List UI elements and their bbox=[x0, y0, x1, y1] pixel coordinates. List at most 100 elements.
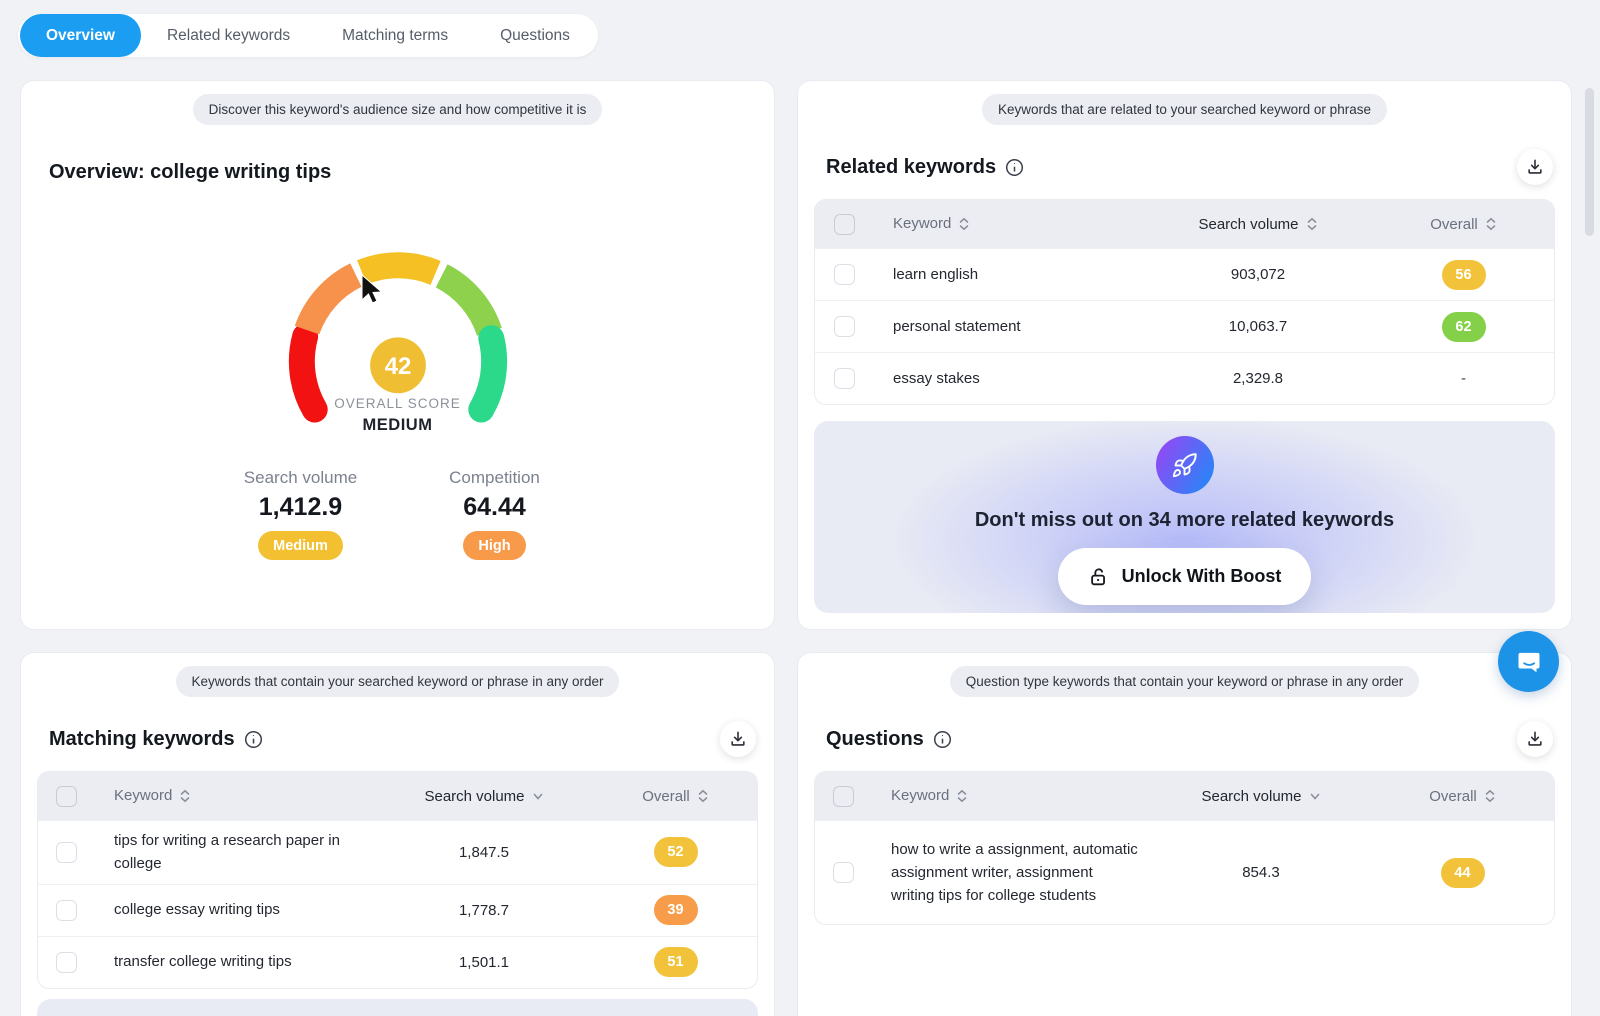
score-caption: OVERALL SCORE bbox=[273, 396, 523, 411]
view-tabbar: Overview Related keywords Matching terms… bbox=[18, 14, 598, 57]
table-row[interactable]: transfer college writing tips 1,501.1 51 bbox=[38, 936, 757, 988]
competition-stat: Competition 64.44 High bbox=[430, 468, 560, 560]
sort-icon bbox=[1306, 217, 1318, 231]
column-overall[interactable]: Overall bbox=[594, 788, 757, 805]
row-checkbox[interactable] bbox=[56, 842, 77, 863]
chevron-down-icon bbox=[532, 792, 544, 801]
row-checkbox[interactable] bbox=[56, 900, 77, 921]
gauge-segment-amber bbox=[361, 265, 435, 273]
tab-matching-terms[interactable]: Matching terms bbox=[316, 14, 474, 57]
overview-banner: Discover this keyword's audience size an… bbox=[193, 94, 603, 125]
search-volume-value: 1,412.9 bbox=[236, 493, 366, 522]
tab-questions[interactable]: Questions bbox=[474, 14, 596, 57]
search-volume-cell: 854.3 bbox=[1151, 864, 1371, 881]
gauge-segment-lightgreen bbox=[441, 276, 489, 332]
select-all-checkbox[interactable] bbox=[833, 786, 854, 807]
column-search-volume[interactable]: Search volume bbox=[374, 788, 594, 805]
overview-title: Overview: college writing tips bbox=[49, 161, 774, 184]
sort-icon bbox=[1485, 217, 1497, 231]
chat-launcher-button[interactable] bbox=[1498, 631, 1559, 692]
overall-score-gauge: 42 OVERALL SCORE MEDIUM bbox=[273, 248, 523, 444]
competition-badge: High bbox=[463, 531, 525, 560]
search-volume-cell: 903,072 bbox=[1143, 266, 1373, 283]
search-volume-cell: 1,501.1 bbox=[374, 954, 594, 971]
table-row[interactable]: learn english 903,072 56 bbox=[815, 248, 1554, 300]
questions-title: Questions bbox=[826, 728, 924, 751]
overall-score-badge: 44 bbox=[1441, 858, 1485, 888]
search-volume-cell: 1,847.5 bbox=[374, 844, 594, 861]
download-icon bbox=[1525, 157, 1545, 177]
search-volume-cell: 10,063.7 bbox=[1143, 318, 1373, 335]
row-checkbox[interactable] bbox=[834, 368, 855, 389]
keyword-cell: transfer college writing tips bbox=[94, 942, 374, 981]
keyword-cell: college essay writing tips bbox=[94, 890, 374, 929]
vertical-scrollbar-thumb[interactable] bbox=[1585, 88, 1594, 236]
matching-keywords-table: Keyword Search volume Overall tips for w… bbox=[37, 771, 758, 989]
questions-panel: Question type keywords that contain your… bbox=[797, 652, 1572, 1016]
table-row[interactable]: college essay writing tips 1,778.7 39 bbox=[38, 884, 757, 936]
score-value: 42 bbox=[384, 353, 411, 380]
info-icon[interactable] bbox=[933, 730, 952, 749]
column-keyword[interactable]: Keyword bbox=[871, 784, 1151, 807]
keyword-cell: tips for writing a research paper in col… bbox=[94, 821, 374, 884]
table-row[interactable]: essay stakes 2,329.8 - bbox=[815, 352, 1554, 404]
download-button[interactable] bbox=[1517, 721, 1553, 757]
sort-icon bbox=[697, 789, 709, 803]
keyword-cell: learn english bbox=[873, 255, 1143, 294]
related-keywords-panel: Keywords that are related to your search… bbox=[797, 80, 1572, 630]
column-search-volume[interactable]: Search volume bbox=[1151, 788, 1371, 805]
row-checkbox[interactable] bbox=[834, 316, 855, 337]
related-banner: Keywords that are related to your search… bbox=[982, 94, 1387, 125]
unlock-with-boost-button[interactable]: Unlock With Boost bbox=[1058, 548, 1312, 605]
questions-banner: Question type keywords that contain your… bbox=[950, 666, 1419, 697]
info-icon[interactable] bbox=[244, 730, 263, 749]
dashboard-grid: Discover this keyword's audience size an… bbox=[20, 80, 1572, 1016]
table-row[interactable]: personal statement 10,063.7 62 bbox=[815, 300, 1554, 352]
matching-title: Matching keywords bbox=[49, 728, 235, 751]
column-overall[interactable]: Overall bbox=[1371, 788, 1554, 805]
competition-label: Competition bbox=[430, 468, 560, 488]
related-title: Related keywords bbox=[826, 156, 996, 179]
table-row[interactable]: tips for writing a research paper in col… bbox=[38, 820, 757, 884]
download-button[interactable] bbox=[720, 721, 756, 757]
table-header-row: Keyword Search volume Overall bbox=[815, 200, 1554, 248]
overall-score-badge: 39 bbox=[654, 895, 698, 925]
keyword-cell: essay stakes bbox=[873, 359, 1143, 398]
boost-cta: Don't miss out on 34 more related keywor… bbox=[814, 421, 1555, 613]
tab-related-keywords[interactable]: Related keywords bbox=[141, 14, 316, 57]
overall-score-badge: 56 bbox=[1442, 260, 1486, 290]
chat-bubble-icon bbox=[1514, 647, 1544, 677]
row-checkbox[interactable] bbox=[56, 952, 77, 973]
gauge-segment-orange bbox=[307, 275, 356, 330]
boost-cta-partial bbox=[37, 999, 758, 1016]
keyword-cell: how to write a assignment, automatic ass… bbox=[871, 830, 1151, 916]
row-checkbox[interactable] bbox=[834, 264, 855, 285]
column-overall[interactable]: Overall bbox=[1373, 216, 1554, 233]
boost-headline: Don't miss out on 34 more related keywor… bbox=[975, 509, 1394, 532]
sort-icon bbox=[1484, 789, 1496, 803]
overview-panel: Discover this keyword's audience size an… bbox=[20, 80, 775, 630]
table-row[interactable]: how to write a assignment, automatic ass… bbox=[815, 820, 1554, 924]
rocket-icon bbox=[1171, 452, 1198, 479]
column-keyword[interactable]: Keyword bbox=[873, 212, 1143, 235]
select-all-checkbox[interactable] bbox=[56, 786, 77, 807]
keyword-cell: personal statement bbox=[873, 307, 1143, 346]
search-volume-label: Search volume bbox=[236, 468, 366, 488]
download-button[interactable] bbox=[1517, 149, 1553, 185]
table-header-row: Keyword Search volume Overall bbox=[38, 772, 757, 820]
questions-table: Keyword Search volume Overall how to wri… bbox=[814, 771, 1555, 925]
related-keywords-table: Keyword Search volume Overall learn engl… bbox=[814, 199, 1555, 405]
search-volume-stat: Search volume 1,412.9 Medium bbox=[236, 468, 366, 560]
column-search-volume[interactable]: Search volume bbox=[1143, 216, 1373, 233]
sort-icon bbox=[956, 789, 968, 803]
search-volume-cell: 1,778.7 bbox=[374, 902, 594, 919]
boost-rocket-badge bbox=[1156, 436, 1214, 494]
overall-score-empty: - bbox=[1461, 370, 1466, 387]
overview-stats: Search volume 1,412.9 Medium Competition… bbox=[21, 468, 774, 560]
row-checkbox[interactable] bbox=[833, 862, 854, 883]
tab-overview[interactable]: Overview bbox=[20, 14, 141, 57]
table-header-row: Keyword Search volume Overall bbox=[815, 772, 1554, 820]
info-icon[interactable] bbox=[1005, 158, 1024, 177]
column-keyword[interactable]: Keyword bbox=[94, 784, 374, 807]
select-all-checkbox[interactable] bbox=[834, 214, 855, 235]
